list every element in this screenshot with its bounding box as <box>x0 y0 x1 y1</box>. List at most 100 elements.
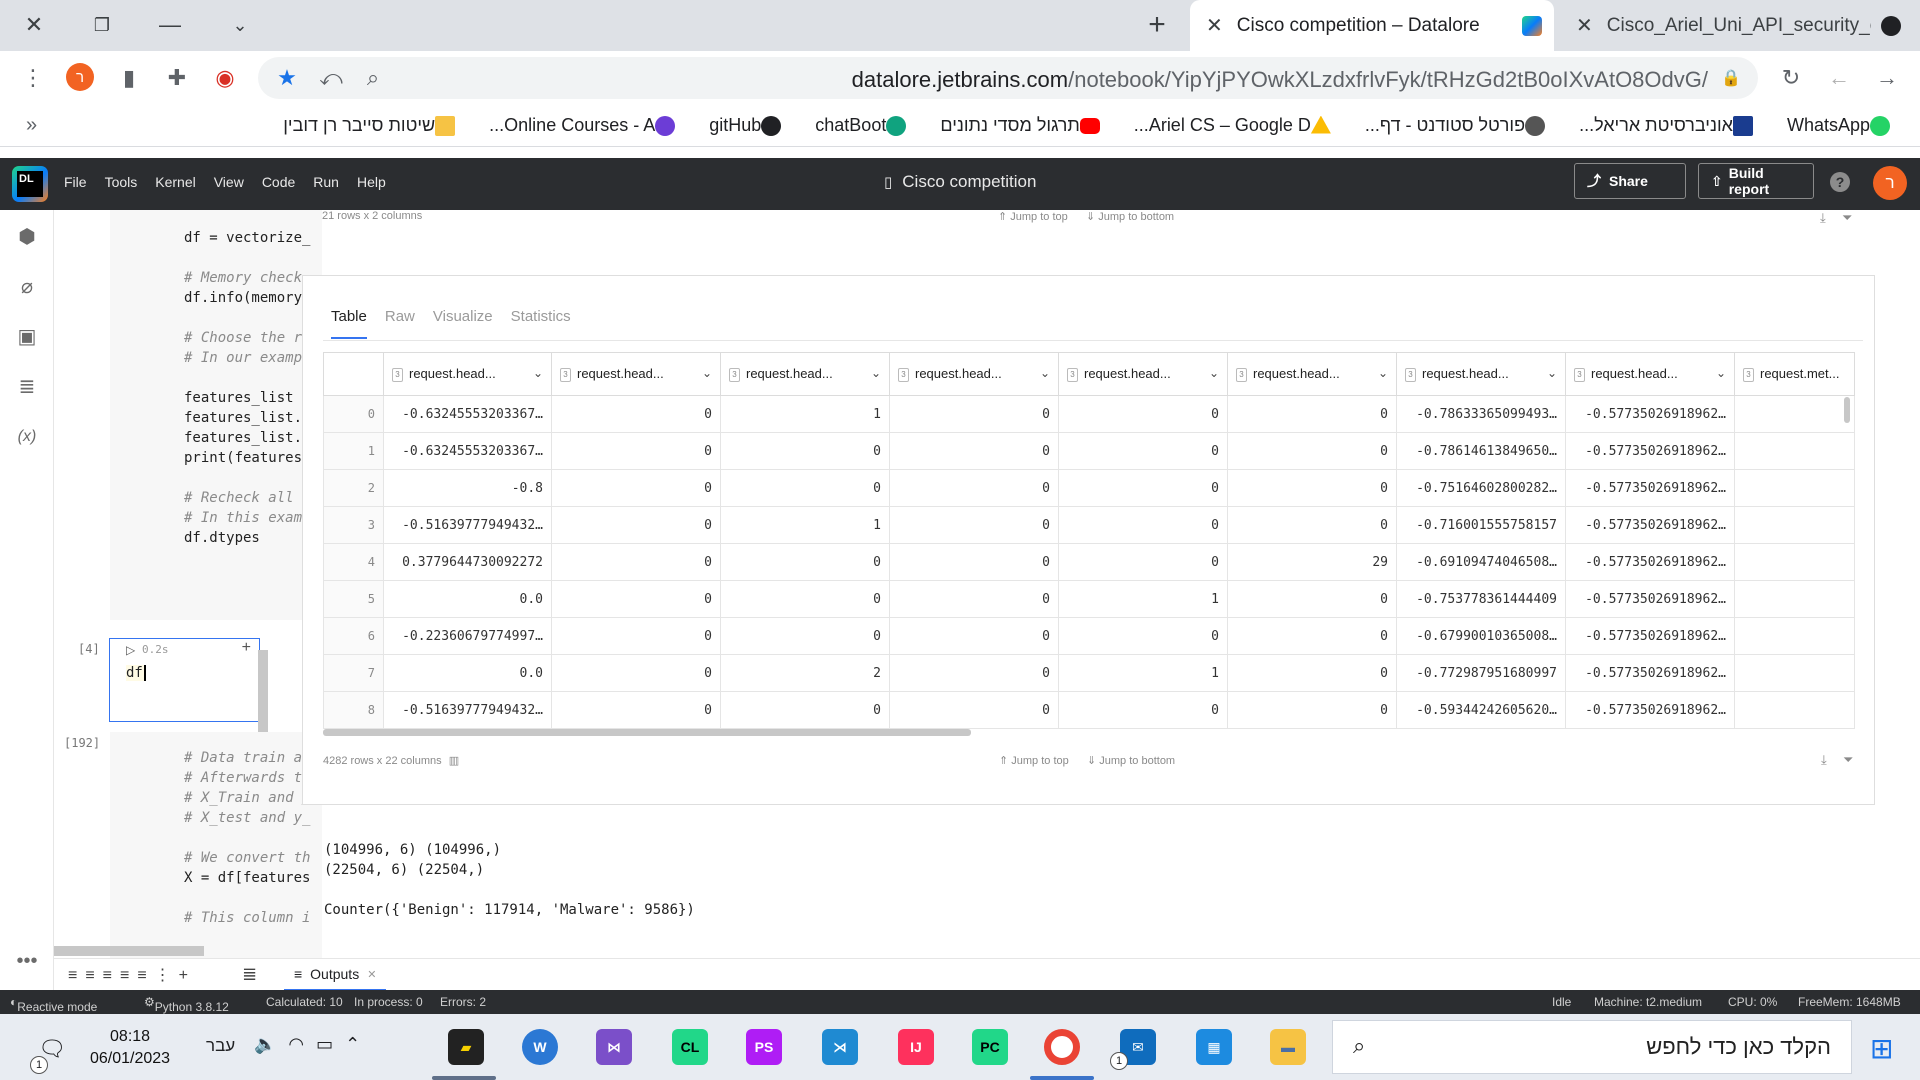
chrome-menu-icon[interactable]: ⋮ <box>18 63 48 93</box>
table-cell[interactable]: 1 <box>720 506 890 544</box>
table-cell[interactable]: 0 <box>1227 691 1397 729</box>
machine-info[interactable]: Machine: t2.medium <box>1594 995 1702 1009</box>
bookmark-drive[interactable]: Ariel CS – Google D... <box>1134 115 1339 136</box>
share-button[interactable]: ⤴ Share <box>1574 163 1686 199</box>
bookmark-whatsapp[interactable]: WhatsApp <box>1787 115 1898 136</box>
bookmark-portal[interactable]: פורטל סטודנט - דף... <box>1365 115 1553 136</box>
table-cell[interactable]: 0 <box>551 617 721 655</box>
table-cell[interactable]: -0.57735026918962… <box>1565 543 1735 581</box>
table-cell[interactable]: -0.57735026918962… <box>1565 617 1735 655</box>
sticky-notes-app-icon[interactable]: ▰ <box>448 1029 484 1065</box>
table-cell[interactable]: 0 <box>720 432 890 470</box>
profile-avatar[interactable]: ר <box>66 63 94 91</box>
menu-run[interactable]: Run <box>313 174 339 190</box>
screenshot-icon[interactable]: ◉ <box>210 63 240 93</box>
active-code-cell[interactable]: ▷ 0.2s + df <box>109 638 260 722</box>
cpu-icon[interactable]: ▣ <box>14 324 40 350</box>
table-cell[interactable]: 0 <box>889 395 1059 433</box>
taskbar-search[interactable]: הקלד כאן כדי לחפש ⌕ <box>1332 1020 1852 1074</box>
table-vertical-scrollbar[interactable] <box>1844 397 1850 423</box>
chevron-down-icon[interactable]: ⌄ <box>871 366 881 380</box>
datalore-logo[interactable]: DL <box>12 166 48 202</box>
table-cell[interactable]: 0 <box>1227 654 1397 692</box>
back-icon[interactable]: → <box>1872 63 1902 93</box>
table-cell[interactable]: 0.0 <box>383 580 552 618</box>
table-cell[interactable]: 0 <box>720 691 890 729</box>
table-cell[interactable]: -0.67990010365008… <box>1396 617 1566 655</box>
lock-icon[interactable]: 🔒 <box>1716 63 1746 93</box>
table-cell[interactable]: -0.75164602800282… <box>1396 469 1566 507</box>
chevron-down-icon[interactable]: ⌄ <box>1716 366 1726 380</box>
bookmark-github[interactable]: gitHub <box>709 115 789 136</box>
table-cell[interactable]: 0 <box>1227 395 1397 433</box>
reactive-mode-toggle[interactable]: ◐ Reactive mode <box>10 995 97 1014</box>
table-cell[interactable]: 0 <box>1227 617 1397 655</box>
table-cell[interactable]: -0.753778361444409 <box>1396 580 1566 618</box>
menu-kernel[interactable]: Kernel <box>155 174 195 190</box>
column-header[interactable]: 3 request.head... ⌄ <box>889 352 1059 396</box>
attachment-icon[interactable]: ⌀ <box>14 274 40 300</box>
minimize-window-icon[interactable]: — <box>152 8 188 42</box>
filter-icon[interactable]: ⏷ <box>1842 210 1852 226</box>
table-cell[interactable]: -0.63245553203367… <box>383 432 552 470</box>
column-header[interactable]: 3 request.head... ⌄ <box>1396 352 1566 396</box>
table-cell[interactable]: 0 <box>889 506 1059 544</box>
table-cell[interactable] <box>1734 691 1855 729</box>
table-cell[interactable]: 0 <box>551 395 721 433</box>
forward-icon[interactable]: ← <box>1824 63 1854 93</box>
cube-icon[interactable]: ⬢ <box>14 224 40 250</box>
build-report-button[interactable]: ⇧ Build report <box>1698 163 1814 199</box>
user-avatar[interactable]: ר <box>1873 166 1907 200</box>
table-cell[interactable]: -0.69109474046508… <box>1396 543 1566 581</box>
table-cell[interactable]: 0 <box>889 617 1059 655</box>
table-row[interactable]: 0 -0.63245553203367… 0 1 0 0 0 -0.7863336509949… <box>323 395 1855 433</box>
align-tools-icon[interactable]: ≡≡≡≡≡⋮+ <box>68 965 196 985</box>
outputs-tab[interactable]: ≡ Outputs ✕ <box>284 959 387 991</box>
table-cell[interactable]: 0 <box>889 543 1059 581</box>
tab-cisco-competition[interactable]: ✕ Cisco competition – Datalore <box>1190 0 1554 51</box>
errors-count[interactable]: Errors: 2 <box>440 995 486 1009</box>
list-icon[interactable]: ≣ <box>242 964 257 985</box>
share-icon[interactable]: ⤺ <box>316 63 346 93</box>
tab-statistics[interactable]: Statistics <box>511 308 571 339</box>
jump-to-bottom-link[interactable]: ⇓ Jump to bottom <box>1086 210 1174 223</box>
tab-table[interactable]: Table <box>331 308 367 339</box>
close-tab-icon[interactable]: ✕ <box>367 968 376 981</box>
column-header[interactable]: 3 request.head... ⌄ <box>1227 352 1397 396</box>
table-cell[interactable]: -0.57735026918962… <box>1565 580 1735 618</box>
whatsapp-app-icon[interactable]: W <box>522 1029 558 1065</box>
bookmark-chatboot[interactable]: chatBoot <box>815 115 914 136</box>
variables-icon[interactable]: (x) <box>14 424 40 450</box>
tab-visualize[interactable]: Visualize <box>433 308 493 339</box>
reload-icon[interactable]: ↻ <box>1776 63 1806 93</box>
table-cell[interactable]: 0 <box>1058 432 1228 470</box>
store-icon[interactable]: ▦ <box>1196 1029 1232 1065</box>
table-cell[interactable]: -0.772987951680997 <box>1396 654 1566 692</box>
bookmark-cyber-folder[interactable]: שיטות סייבר רן דובין <box>283 115 463 136</box>
table-cell[interactable]: 0 <box>551 469 721 507</box>
table-row[interactable]: 4 0.3779644730092272 0 0 0 0 29 -0.691094740465… <box>323 543 1855 581</box>
table-cell[interactable]: 2 <box>720 654 890 692</box>
restore-window-icon[interactable]: ❐ <box>84 8 120 42</box>
table-cell[interactable]: 0 <box>551 654 721 692</box>
table-cell[interactable]: 0 <box>1227 432 1397 470</box>
table-cell[interactable]: 0 <box>720 469 890 507</box>
column-header[interactable]: 3 request.head... ⌄ <box>1565 352 1735 396</box>
more-bookmarks-icon[interactable]: « <box>26 114 37 137</box>
table-cell[interactable] <box>1734 543 1855 581</box>
table-cell[interactable]: 0 <box>1058 543 1228 581</box>
add-cell-icon[interactable]: + <box>242 639 251 657</box>
python-version[interactable]: ⚙ Python 3.8.12 <box>144 995 229 1014</box>
pycharm-icon[interactable]: PC <box>972 1029 1008 1065</box>
chevron-down-icon[interactable]: ⌄ <box>1547 366 1557 380</box>
chevron-down-icon[interactable]: ⌄ <box>702 366 712 380</box>
table-row[interactable]: 2 -0.8 0 0 0 0 0 -0.75164602800282… -0.577350269… <box>323 469 1855 507</box>
table-cell[interactable]: 0 <box>889 654 1059 692</box>
intellij-icon[interactable]: IJ <box>898 1029 934 1065</box>
filter-icon[interactable]: ⏷ <box>1843 752 1853 768</box>
menu-file[interactable]: File <box>64 174 87 190</box>
close-tab-icon[interactable]: ✕ <box>1576 13 1593 38</box>
extensions-icon[interactable]: ✚ <box>162 63 192 93</box>
column-header[interactable]: 3 request.head... ⌄ <box>720 352 890 396</box>
phpstorm-icon[interactable]: PS <box>746 1029 782 1065</box>
